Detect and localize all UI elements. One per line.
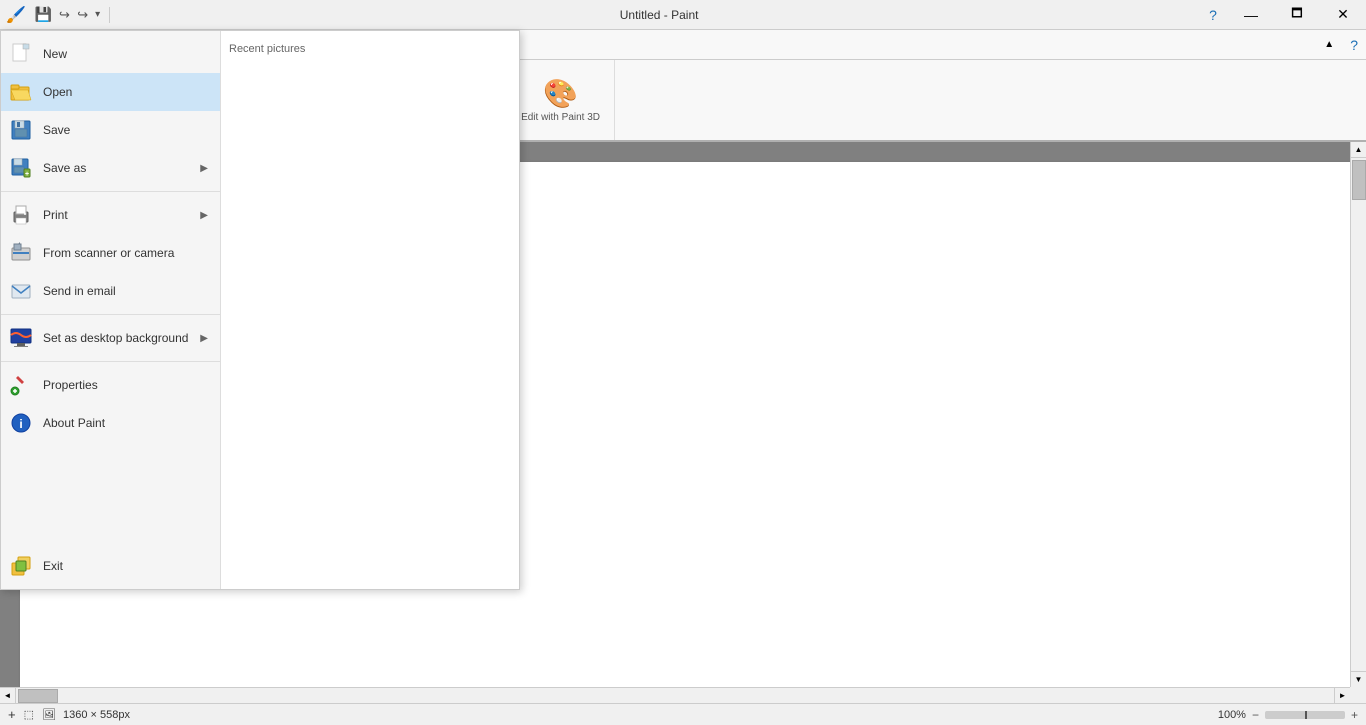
save-as-icon: + — [9, 156, 33, 180]
menu-item-set-desktop[interactable]: Set as desktop background ▶ — [1, 319, 220, 357]
zoom-percentage: 100% — [1218, 709, 1246, 721]
zoom-slider-container[interactable] — [1265, 711, 1345, 719]
status-bar: + ⬚ 🖼 1360 × 558px 100% − + — [0, 703, 1366, 725]
save-label: Save — [43, 123, 70, 137]
minimize-button[interactable]: — — [1228, 0, 1274, 30]
file-menu: New Open Save — [0, 30, 520, 590]
scroll-left-button[interactable]: ◄ — [0, 688, 16, 704]
menu-item-new[interactable]: New — [1, 35, 220, 73]
ribbon-collapse-icon[interactable]: ▲ — [1316, 30, 1342, 59]
menu-item-save[interactable]: Save — [1, 111, 220, 149]
horizontal-scrollbar[interactable]: ◄ ► — [0, 687, 1350, 703]
menu-item-from-scanner[interactable]: From scanner or camera — [1, 234, 220, 272]
scanner-label: From scanner or camera — [43, 246, 174, 260]
dimensions-display: 🖼 1360 × 558px — [42, 708, 130, 721]
open-icon — [9, 80, 33, 104]
edit-paint3d-group: 🎨 Edit with Paint 3D — [507, 60, 615, 140]
window-title: Untitled - Paint — [120, 8, 1198, 22]
help-icon[interactable]: ? — [1198, 0, 1228, 30]
quick-access-toolbar: 🖌️ 💾 ↩ ↪ ▾ — [0, 4, 120, 25]
email-label: Send in email — [43, 284, 116, 298]
open-label: Open — [43, 85, 72, 99]
undo-icon[interactable]: ↩ — [57, 5, 72, 25]
scroll-down-button[interactable]: ▼ — [1351, 671, 1366, 687]
menu-item-open[interactable]: Open — [1, 73, 220, 111]
scroll-right-button[interactable]: ► — [1334, 688, 1350, 704]
maximize-button[interactable]: 🗖 — [1274, 0, 1320, 30]
scroll-thumb-v[interactable] — [1352, 160, 1366, 200]
save-icon — [9, 118, 33, 142]
properties-label: Properties — [43, 378, 98, 392]
menu-item-send-email[interactable]: Send in email — [1, 272, 220, 310]
scroll-up-button[interactable]: ▲ — [1351, 142, 1366, 158]
file-menu-left: New Open Save — [1, 31, 221, 589]
print-arrow: ▶ — [200, 210, 208, 221]
title-bar: 🖌️ 💾 ↩ ↪ ▾ Untitled - Paint ? — 🗖 ✕ — [0, 0, 1366, 30]
edit-paint3d-label: Edit with Paint 3D — [521, 112, 600, 124]
menu-divider-2 — [1, 314, 220, 315]
paint-icon: 🖌️ — [6, 5, 26, 25]
selection-icon[interactable]: ⬚ — [24, 708, 34, 721]
print-icon — [9, 203, 33, 227]
window-controls: ? — 🗖 ✕ — [1198, 0, 1366, 30]
zoom-controls: 100% − + — [1218, 708, 1358, 722]
file-menu-right: Recent pictures — [221, 31, 519, 589]
menu-item-save-as[interactable]: + Save as ▶ — [1, 149, 220, 187]
menu-item-about[interactable]: i About Paint — [1, 404, 220, 442]
save-as-label: Save as — [43, 161, 86, 175]
scanner-icon — [9, 241, 33, 265]
customize-qa-icon[interactable]: ▾ — [93, 7, 102, 22]
about-label: About Paint — [43, 416, 105, 430]
zoom-out-button[interactable]: − — [1252, 708, 1259, 722]
email-icon — [9, 279, 33, 303]
redo-icon[interactable]: ↪ — [75, 5, 90, 25]
recent-pictures-title: Recent pictures — [229, 39, 511, 63]
qa-separator — [109, 7, 110, 23]
print-label: Print — [43, 208, 68, 222]
menu-item-exit[interactable]: Exit — [1, 547, 220, 585]
desktop-label: Set as desktop background — [43, 331, 188, 345]
exit-label: Exit — [43, 559, 63, 573]
menu-item-print[interactable]: Print ▶ — [1, 196, 220, 234]
menu-item-properties[interactable]: Properties — [1, 366, 220, 404]
edit-paint3d-button[interactable]: 🎨 Edit with Paint 3D — [515, 73, 606, 128]
vertical-scrollbar[interactable]: ▲ ▼ — [1350, 142, 1366, 687]
dimensions-text: 1360 × 558px — [63, 709, 130, 721]
save-as-arrow: ▶ — [200, 163, 208, 174]
svg-text:+: + — [25, 171, 29, 178]
menu-divider-3 — [1, 361, 220, 362]
close-button[interactable]: ✕ — [1320, 0, 1366, 30]
save-icon[interactable]: 💾 — [33, 4, 54, 25]
zoom-in-button[interactable]: + — [1351, 708, 1358, 722]
desktop-icon — [9, 326, 33, 350]
scroll-thumb-h[interactable] — [18, 689, 58, 703]
svg-text:i: i — [19, 417, 22, 431]
properties-icon — [9, 373, 33, 397]
ribbon-help-icon[interactable]: ? — [1342, 30, 1366, 59]
add-icon[interactable]: + — [8, 707, 16, 722]
menu-divider-1 — [1, 191, 220, 192]
about-icon: i — [9, 411, 33, 435]
desktop-arrow: ▶ — [200, 333, 208, 344]
exit-icon — [9, 554, 33, 578]
new-label: New — [43, 47, 67, 61]
new-icon — [9, 42, 33, 66]
